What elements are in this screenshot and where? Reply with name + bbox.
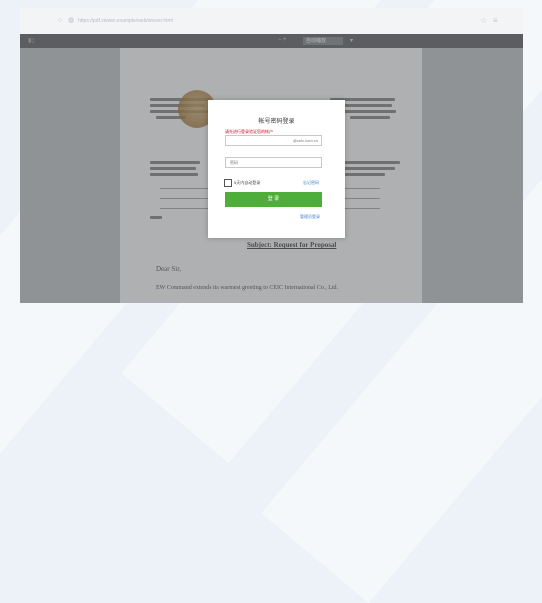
info-icon[interactable]: ○ [58,17,62,25]
document-body: EW Command extends its warmest greeting … [156,285,339,291]
password-placeholder: 密码 [230,160,238,165]
remember-checkbox[interactable] [224,179,232,187]
email-domain-suffix: @ceic.com.cn [292,138,318,143]
document-subject: Subject: Request for Proposal [247,241,337,249]
login-dialog: 帐号密码登录 请先进行登录验证您的帐户 @ceic.com.cn 密码 5天内自… [208,100,345,238]
dialog-title: 帐号密码登录 [258,119,295,125]
forgot-password-link[interactable]: 忘记密码 [303,180,319,186]
login-button[interactable]: 登 录 [225,192,322,207]
remember-label: 5天内自动登录 [234,180,261,185]
username-field[interactable]: @ceic.com.cn [225,135,322,146]
password-field[interactable]: 密码 [225,157,322,168]
admin-login-link[interactable]: 管理员登录 [300,214,320,220]
menu-icon[interactable]: ≡ [493,16,498,25]
address-bar[interactable]: ○ ◍ https://pdf.viewer.example/web/viewe… [20,8,523,34]
lock-icon: ◍ [68,17,75,24]
bookmark-icon[interactable]: ☆ [480,16,487,25]
document-salutation: Dear Sir, [156,265,181,273]
url-text[interactable]: https://pdf.viewer.example/web/viewer.ht… [78,17,173,25]
